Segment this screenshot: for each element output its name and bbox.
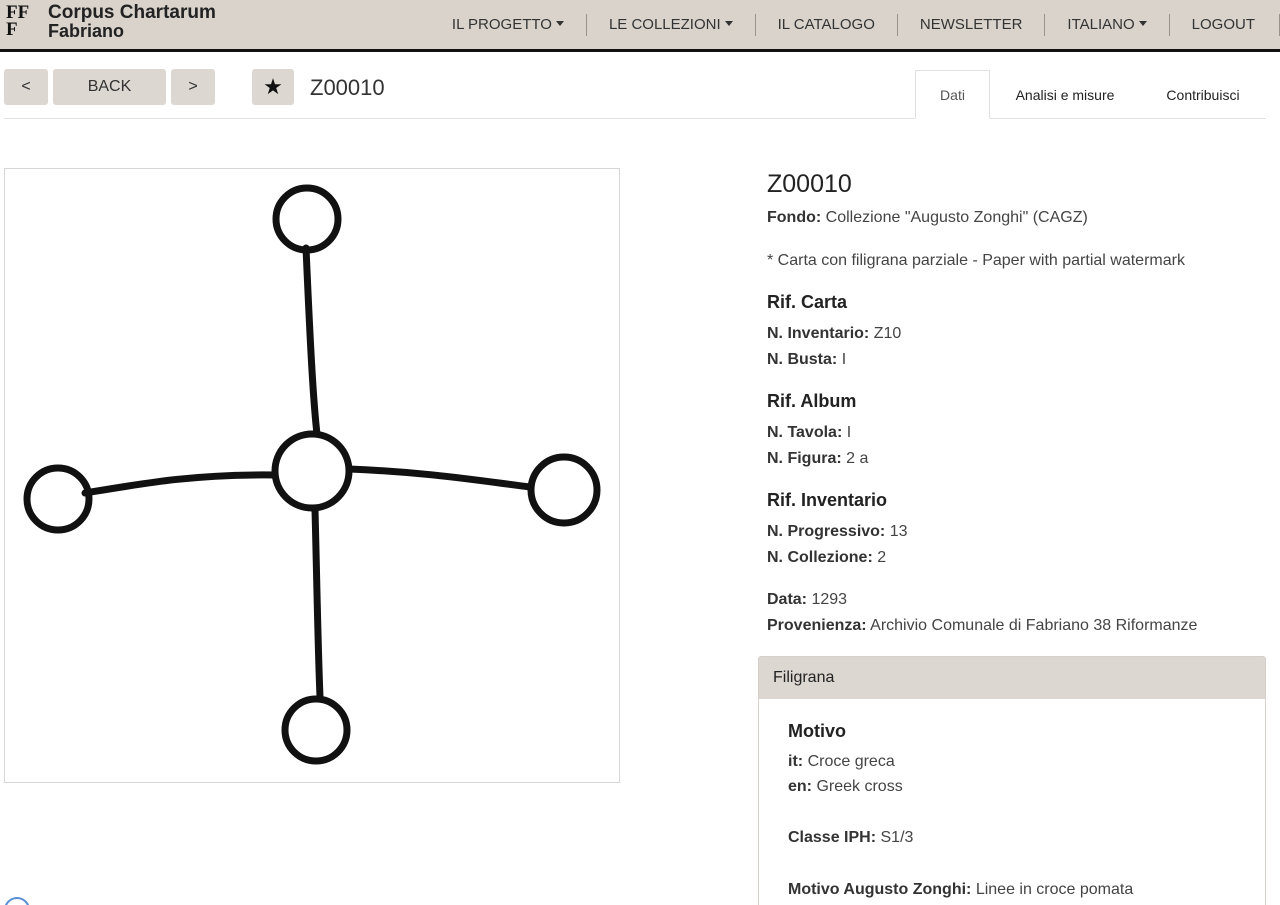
data-row: Data: 1293 (767, 591, 848, 608)
rif-inventario-heading: Rif. Inventario (767, 490, 888, 510)
site-logo[interactable]: FF F Corpus Chartarum Fabriano (6, 2, 216, 41)
next-button[interactable]: > (171, 69, 215, 105)
motivo-heading: Motivo (788, 721, 846, 741)
fondo-row: Fondo: Collezione "Augusto Zonghi" (CAGZ… (767, 209, 1088, 226)
logo-mark: FF F (6, 2, 30, 40)
filigrana-panel: Filigrana Motivo it: Croce greca en: Gre… (758, 656, 1266, 905)
nav-item-language[interactable]: ITALIANO (1044, 13, 1168, 36)
cross-arm-bottom (311, 505, 324, 701)
cross-arm-left (81, 471, 279, 497)
logo-text: Corpus Chartarum Fabriano (48, 2, 216, 41)
paper-note: * Carta con filigrana parziale - Paper w… (767, 252, 1185, 269)
main-nav: IL PROGETTO LE COLLEZIONI IL CATALOGO NE… (430, 0, 1280, 49)
nav-item-collezioni[interactable]: LE COLLEZIONI (585, 13, 755, 36)
prev-button[interactable]: < (4, 69, 48, 105)
toolbar-record-id: Z00010 (310, 75, 385, 100)
watermark-image-panel[interactable] (4, 168, 620, 783)
pomme-right (527, 453, 601, 527)
favorite-star-button[interactable]: ★ (252, 69, 294, 105)
provenienza-row: Provenienza: Archivio Comunale di Fabria… (767, 617, 1198, 634)
nav-item-newsletter[interactable]: NEWSLETTER (896, 13, 1045, 36)
back-button[interactable]: BACK (53, 69, 166, 105)
motivo-zonghi-row: Motivo Augusto Zonghi: Linee in croce po… (788, 881, 1134, 898)
scroll-top-icon[interactable] (4, 897, 30, 905)
cross-arm-right (345, 465, 534, 491)
tavola-row: N. Tavola: I (767, 424, 852, 441)
inventario-row: N. Inventario: Z10 (767, 325, 902, 342)
caret-down-icon (555, 20, 564, 26)
record-title: Z00010 (767, 170, 852, 198)
rif-carta-heading: Rif. Carta (767, 292, 848, 312)
tab-contribuisci[interactable]: Contribuisci (1140, 70, 1266, 119)
watermark-drawing (23, 184, 601, 765)
progressivo-row: N. Progressivo: 13 (767, 523, 908, 540)
tab-dati[interactable]: Dati (915, 70, 990, 119)
tab-analisi[interactable]: Analisi e misure (995, 70, 1135, 119)
nav-item-logout[interactable]: LOGOUT (1168, 13, 1280, 36)
cross-center-circle (271, 430, 353, 512)
rif-album-heading: Rif. Album (767, 391, 857, 411)
filigrana-header: Filigrana (759, 657, 1265, 699)
collezione-row: N. Collezione: 2 (767, 549, 887, 566)
caret-down-icon (724, 20, 733, 26)
classe-iph-row: Classe IPH: S1/3 (788, 829, 914, 846)
top-navbar: FF F Corpus Chartarum Fabriano IL PROGET… (0, 0, 1280, 52)
motivo-en-row: en: Greek cross (788, 778, 903, 795)
figura-row: N. Figura: 2 a (767, 450, 869, 467)
pomme-bottom (281, 695, 351, 765)
pomme-left (23, 464, 93, 534)
caret-down-icon (1138, 20, 1147, 26)
nav-item-catalogo[interactable]: IL CATALOGO (754, 13, 897, 36)
busta-row: N. Busta: I (767, 351, 847, 368)
nav-item-progetto[interactable]: IL PROGETTO (430, 14, 586, 36)
cross-arm-top (302, 244, 321, 438)
motivo-it-row: it: Croce greca (788, 753, 895, 770)
pomme-top (272, 184, 342, 254)
